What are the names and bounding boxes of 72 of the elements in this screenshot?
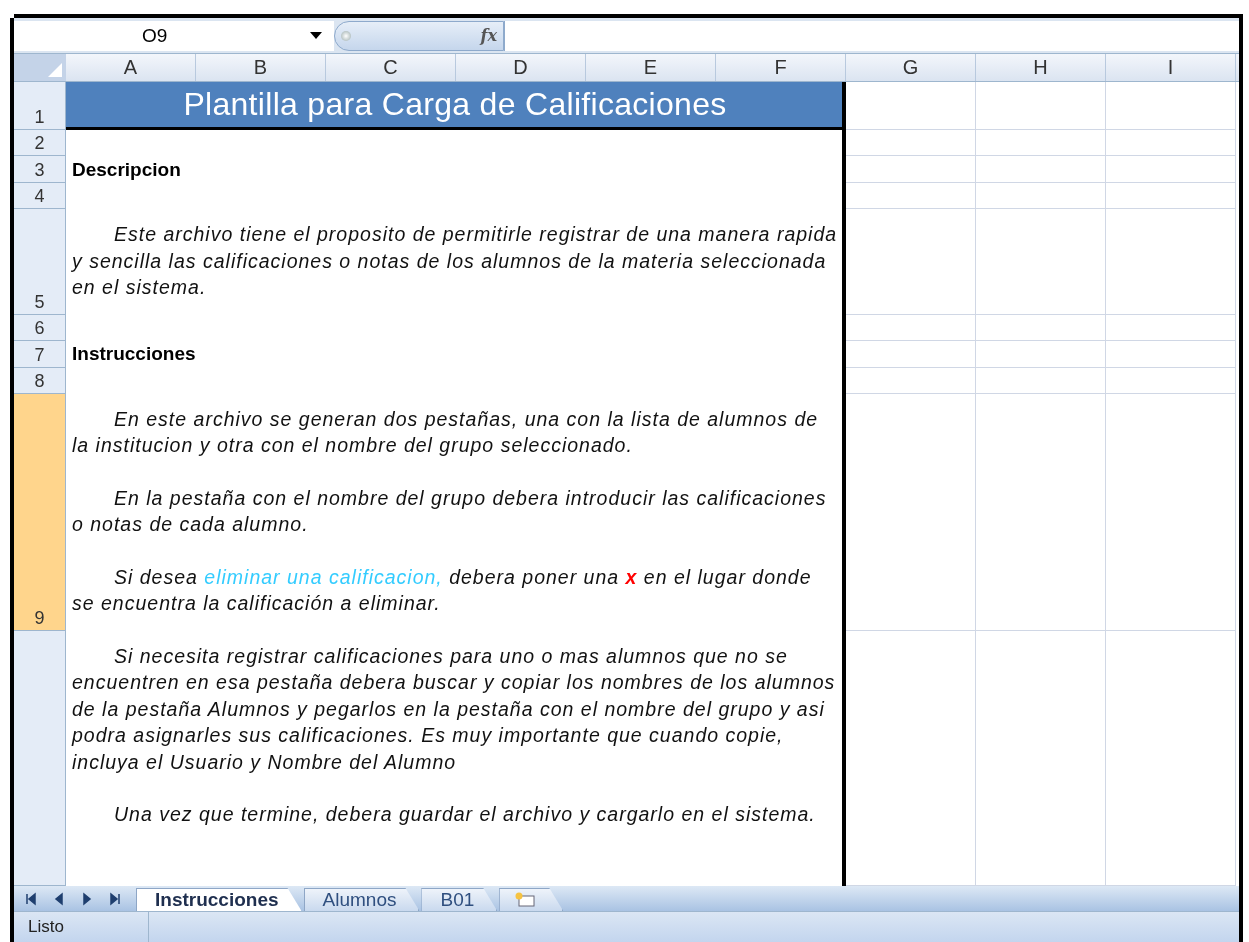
column-header[interactable]: H xyxy=(976,54,1106,81)
paragraph: En este archivo se generan dos pestañas, una con la lista de alumnos de la institucion y otra con el nombre del grupo seleccionado. xyxy=(72,406,820,458)
cell[interactable] xyxy=(1106,314,1236,341)
cell[interactable] xyxy=(976,209,1106,315)
name-box[interactable]: O9 xyxy=(14,20,334,51)
column-header[interactable]: F xyxy=(716,54,846,81)
row-header[interactable]: 3 xyxy=(14,156,66,183)
column-header[interactable]: D xyxy=(456,54,586,81)
cell[interactable] xyxy=(976,314,1106,341)
row-header[interactable]: 8 xyxy=(14,367,66,394)
cell[interactable] xyxy=(976,183,1106,209)
row-header[interactable]: 9 xyxy=(14,393,66,631)
select-all-button[interactable] xyxy=(14,54,66,81)
column-header[interactable]: I xyxy=(1106,54,1236,81)
cell[interactable] xyxy=(1106,393,1236,631)
column-header[interactable]: A xyxy=(66,54,196,81)
sheet-tab[interactable]: Alumnos xyxy=(303,888,420,911)
cell[interactable] xyxy=(846,314,976,341)
cell[interactable] xyxy=(846,209,976,315)
column-header[interactable]: E xyxy=(586,54,716,81)
insert-function-button[interactable]: fx xyxy=(480,26,497,45)
row-header[interactable]: 4 xyxy=(14,183,66,209)
sheet-tab[interactable]: B01 xyxy=(421,888,498,911)
cell[interactable] xyxy=(976,393,1106,631)
new-sheet-icon xyxy=(514,892,537,908)
first-sheet-icon[interactable] xyxy=(24,891,38,906)
paragraph: Una vez que termine, debera guardar el archivo y cargarlo en el sistema. xyxy=(113,802,817,827)
cell[interactable] xyxy=(1106,209,1236,315)
cell[interactable] xyxy=(846,82,976,130)
cell[interactable] xyxy=(846,393,976,631)
cell[interactable] xyxy=(976,82,1106,130)
column-header[interactable]: G xyxy=(846,54,976,81)
cell[interactable] xyxy=(846,130,976,156)
column-header[interactable]: C xyxy=(326,54,456,81)
section-heading: Instrucciones xyxy=(72,343,197,365)
cell[interactable] xyxy=(976,340,1106,368)
row-header[interactable]: 1 xyxy=(14,82,66,130)
paragraph: Este archivo tiene el proposito de permitirle registrar de una manera rapida y sencilla las calificaciones o notas de los alumnos de la materia seleccionada en el sistema. xyxy=(72,222,838,300)
cell[interactable] xyxy=(846,340,976,368)
cell[interactable] xyxy=(1106,183,1236,209)
cell[interactable] xyxy=(976,367,1106,394)
row-header[interactable] xyxy=(14,630,66,886)
cell[interactable] xyxy=(1106,130,1236,156)
paragraph: En la pestaña con el nombre del grupo debera introducir las calificaciones o notas de cada alumno. xyxy=(72,485,828,537)
row-header[interactable]: 6 xyxy=(14,314,66,341)
cell[interactable] xyxy=(846,367,976,394)
next-sheet-icon[interactable] xyxy=(80,891,94,906)
cell[interactable] xyxy=(846,156,976,183)
cell[interactable] xyxy=(1106,367,1236,394)
row-header[interactable]: 5 xyxy=(14,209,66,315)
last-sheet-icon[interactable] xyxy=(108,891,122,906)
paragraph: Si desea eliminar una calificacion, debera poner una x en el lugar donde se encuentra la calificación a eliminar. xyxy=(72,564,813,616)
resize-handle-icon[interactable] xyxy=(341,30,351,41)
row-header[interactable]: 7 xyxy=(14,340,66,368)
sheet-title: Plantilla para Carga de Calificaciones xyxy=(182,86,728,123)
formula-input[interactable] xyxy=(504,20,1239,51)
cell[interactable] xyxy=(976,130,1106,156)
column-header[interactable]: B xyxy=(196,54,326,81)
dropdown-caret-icon[interactable] xyxy=(310,31,322,39)
sheet-tab[interactable]: Instrucciones xyxy=(136,888,302,911)
cell[interactable] xyxy=(846,183,976,209)
triangle-icon xyxy=(48,63,62,77)
cell[interactable] xyxy=(1106,82,1236,130)
cell[interactable] xyxy=(976,156,1106,183)
status-text: Listo xyxy=(14,912,149,942)
row-header[interactable]: 2 xyxy=(14,130,66,156)
cell[interactable] xyxy=(1106,340,1236,368)
cell[interactable] xyxy=(1106,156,1236,183)
paragraph: Si necesita registrar calificaciones para uno o mas alumnos que no se encuentren en esa pestaña debera buscar y copiar los nombres de los alumnos de la pestaña Alumnos y pegarlos en la pestaña con el nombre del grupo y asi podra asignarles sus calificaciones. Es muy importante que cuando copie, incluya el Usuario y Nombre del Alumno xyxy=(72,643,837,775)
insert-sheet-button[interactable] xyxy=(499,888,564,911)
section-heading: Descripcion xyxy=(72,158,182,181)
previous-sheet-icon[interactable] xyxy=(52,891,66,906)
